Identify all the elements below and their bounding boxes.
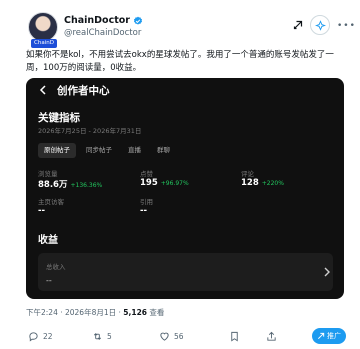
more-options-icon[interactable]: ••• xyxy=(337,21,356,31)
key-metrics-title: 关键指标 xyxy=(38,112,80,124)
tab-original-posts: 原创帖子 xyxy=(38,143,76,158)
share-icon xyxy=(267,331,276,341)
stat-comments-label: 评论 xyxy=(241,170,254,178)
date-range: 2026年7月25日 - 2026年7月31日 xyxy=(38,127,142,135)
author-handle[interactable]: @realChainDoctor xyxy=(64,28,141,38)
stat-comments-number: 128 xyxy=(241,178,259,188)
reply-icon xyxy=(29,332,38,342)
author-display-name[interactable]: ChainDoctor xyxy=(64,15,130,26)
metrics-tabs: 原创帖子 同步帖子 直播 群聊 xyxy=(38,143,176,158)
stat-likes-number: 195 xyxy=(140,178,158,188)
avatar-badge: ChainD xyxy=(31,39,57,48)
back-arrow-icon xyxy=(39,85,46,95)
like-button[interactable]: 56 xyxy=(159,331,184,342)
grok-icon[interactable] xyxy=(292,19,304,31)
stat-likes-delta: +96.97% xyxy=(160,180,189,187)
chevron-right-icon xyxy=(324,267,330,277)
reply-count: 22 xyxy=(43,332,53,341)
like-count: 56 xyxy=(174,332,184,341)
post-text: 如果你不是kol，不用尝试去okx的星球发帖了。我用了一个普通的账号发帖发了一周… xyxy=(26,50,334,73)
stat-views-delta: +136.36% xyxy=(70,182,103,189)
stat-quotes-label: 引用 xyxy=(140,198,153,206)
stat-comments-value: 128 +220% xyxy=(241,178,284,188)
stat-views-value: 88.6万 +136.36% xyxy=(38,178,102,190)
stat-likes-label: 点赞 xyxy=(140,170,153,178)
tab-live: 直播 xyxy=(128,146,141,154)
total-income-label: 总收入 xyxy=(46,263,66,271)
avatar[interactable] xyxy=(28,12,58,42)
stat-views-number: 88.6万 xyxy=(38,180,68,190)
stat-quotes-value: -- xyxy=(140,206,148,216)
repost-button[interactable]: 5 xyxy=(92,331,112,342)
verified-badge-icon xyxy=(133,16,143,25)
tab-group-chat: 群聊 xyxy=(157,146,170,154)
bookmark-icon xyxy=(231,331,238,342)
stat-profile-visitors-label: 主页访客 xyxy=(38,198,64,206)
tab-synced-posts: 同步帖子 xyxy=(86,146,112,154)
promote-label: 推广 xyxy=(327,332,341,340)
repost-count: 5 xyxy=(107,332,112,341)
total-income-card: 总收入 -- xyxy=(38,253,333,291)
views-label: 查看 xyxy=(147,308,165,317)
repost-icon xyxy=(93,333,102,340)
share-button[interactable] xyxy=(266,331,277,342)
income-title: 收益 xyxy=(38,235,58,246)
post-meta: 下午2:24 · 2026年8月1日 · 5,126 查看 xyxy=(26,307,164,318)
author-name-row: ChainDoctor xyxy=(64,15,143,26)
promote-icon xyxy=(317,332,325,340)
total-income-value: -- xyxy=(46,276,52,285)
sparkle-icon xyxy=(314,19,326,31)
creator-center-title: 创作者中心 xyxy=(57,85,110,97)
promote-button[interactable]: 推广 xyxy=(312,328,346,344)
views-count: 5,126 xyxy=(123,308,148,317)
post-media-image[interactable]: 创作者中心 关键指标 2026年7月25日 - 2026年7月31日 原创帖子 … xyxy=(26,78,344,299)
stat-profile-visitors-value: -- xyxy=(38,206,46,216)
subscribe-button[interactable] xyxy=(310,15,330,35)
reply-button[interactable]: 22 xyxy=(28,331,53,342)
stat-comments-delta: +220% xyxy=(261,180,284,187)
bookmark-button[interactable] xyxy=(229,331,244,342)
stat-views-label: 浏览量 xyxy=(38,170,58,178)
post-timestamp[interactable]: 下午2:24 · 2026年8月1日 xyxy=(26,308,116,317)
stat-likes-value: 195 +96.97% xyxy=(140,178,189,188)
heart-icon xyxy=(160,332,169,341)
